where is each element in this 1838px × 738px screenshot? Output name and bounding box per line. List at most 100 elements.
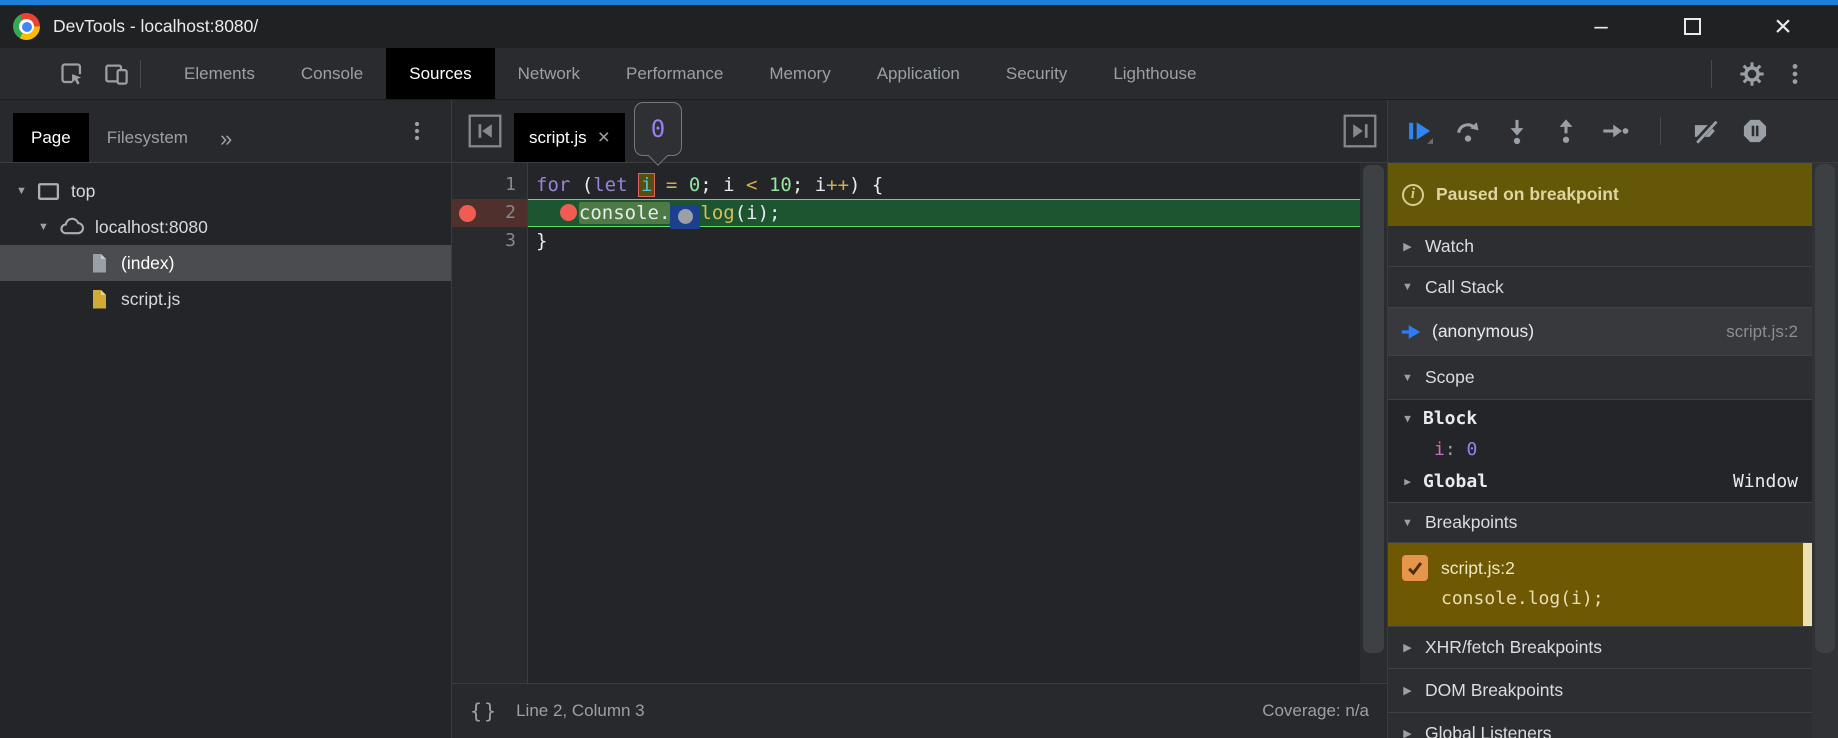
caret-right-icon[interactable]: ▶ [1400, 240, 1415, 253]
inline-breakpoint-icon[interactable] [560, 204, 577, 221]
call-stack-frame[interactable]: (anonymous) script.js:2 [1388, 308, 1812, 356]
tab-lighthouse[interactable]: Lighthouse [1090, 48, 1219, 99]
line-number[interactable]: 3 [452, 227, 527, 255]
step-over-icon[interactable] [1454, 117, 1482, 145]
main-toolbar: Elements Console Sources Network Perform… [0, 48, 1838, 100]
caret-right-icon[interactable]: ▶ [1400, 641, 1415, 654]
deactivate-breakpoints-icon[interactable] [1692, 117, 1720, 145]
frame-name: (anonymous) [1432, 321, 1534, 342]
tooltip-value: 0 [651, 115, 665, 143]
caret-down-icon[interactable]: ▼ [1400, 412, 1415, 425]
step-out-icon[interactable] [1552, 117, 1580, 145]
tree-item-index[interactable]: (index) [0, 245, 451, 281]
tree-item-label: localhost:8080 [95, 217, 208, 238]
tab-filesystem[interactable]: Filesystem [89, 113, 206, 162]
section-call-stack[interactable]: ▼ Call Stack [1388, 267, 1812, 308]
scope-block[interactable]: ▼ Block [1388, 402, 1812, 434]
section-scope[interactable]: ▼ Scope [1388, 356, 1812, 400]
tree-item-host[interactable]: ▼ localhost:8080 [0, 209, 451, 245]
hide-navigator-icon[interactable] [468, 114, 502, 148]
settings-gear-icon[interactable] [1738, 60, 1766, 88]
group-tabs-icon[interactable] [1343, 114, 1377, 148]
inspect-element-icon[interactable] [58, 60, 85, 87]
caret-down-icon[interactable]: ▼ [1400, 517, 1415, 529]
pretty-print-icon[interactable]: {} [470, 699, 498, 723]
breakpoint-code: console.log(i); [1441, 588, 1812, 609]
code-line-2-paused[interactable]: console.log(i); [528, 199, 1360, 227]
tab-console[interactable]: Console [278, 48, 386, 99]
caret-right-icon[interactable]: ▶ [1400, 475, 1415, 488]
caret-down-icon[interactable]: ▼ [1400, 281, 1415, 293]
highlighted-variable[interactable]: i [638, 173, 655, 197]
editor-scrollbar[interactable] [1360, 163, 1387, 683]
editor-scrollbar-thumb[interactable] [1363, 165, 1384, 653]
breakpoint-entry[interactable]: script.js:2 console.log(i); [1388, 543, 1812, 627]
section-global-listeners[interactable]: ▶ Global Listeners [1388, 713, 1812, 738]
document-icon [87, 251, 111, 276]
navigator-tabs: Page Filesystem » [0, 100, 451, 163]
tab-performance[interactable]: Performance [603, 48, 746, 99]
current-frame-arrow-icon [1400, 321, 1422, 343]
tree-item-top[interactable]: ▼ top [0, 173, 451, 209]
panel-scrollbar-thumb[interactable] [1815, 164, 1835, 653]
window-maximize-button[interactable] [1669, 10, 1715, 44]
frame-icon [36, 179, 61, 204]
navigator-menu-icon[interactable] [405, 119, 429, 143]
section-watch[interactable]: ▶ Watch [1388, 226, 1812, 267]
debugger-toolbar [1388, 100, 1838, 163]
device-toolbar-icon[interactable] [103, 60, 130, 87]
resume-script-icon[interactable] [1405, 117, 1433, 145]
tab-memory[interactable]: Memory [746, 48, 853, 99]
section-breakpoints[interactable]: ▼ Breakpoints [1388, 503, 1812, 543]
breakpoint-dot-icon[interactable] [459, 205, 476, 222]
line-number-gutter[interactable]: 1 2 3 [452, 163, 528, 683]
tab-elements[interactable]: Elements [161, 48, 278, 99]
step-into-icon[interactable] [1503, 117, 1531, 145]
inline-position-marker-icon[interactable] [670, 205, 700, 229]
step-icon[interactable] [1601, 117, 1629, 145]
chrome-logo-icon [13, 13, 40, 40]
scope-global[interactable]: ▶ Global Window [1388, 464, 1812, 498]
line-number-breakpoint[interactable]: 2 [452, 199, 527, 227]
caret-down-icon[interactable]: ▼ [36, 221, 51, 233]
tab-sources[interactable]: Sources [386, 48, 494, 99]
close-tab-icon[interactable]: × [598, 126, 610, 150]
code-line-1[interactable]: for (let i = 0; i < 10; i++) { [528, 171, 1360, 199]
devtools-window: DevTools - localhost:8080/ – × Elements … [0, 0, 1838, 738]
tab-network[interactable]: Network [495, 48, 603, 99]
maximize-icon [1684, 18, 1701, 35]
window-minimize-button[interactable]: – [1578, 10, 1624, 44]
caret-down-icon[interactable]: ▼ [1400, 372, 1415, 384]
code-lines: for (let i = 0; i < 10; i++) { console.l… [528, 163, 1360, 683]
global-value: Window [1733, 471, 1798, 492]
line-number[interactable]: 1 [452, 171, 527, 199]
panel-scrollbar[interactable] [1812, 163, 1838, 738]
file-tree: ▼ top ▼ localhost:8080 [0, 163, 451, 317]
more-options-icon[interactable] [1782, 61, 1808, 87]
window-title: DevTools - localhost:8080/ [53, 16, 258, 37]
breakpoint-checkbox[interactable] [1402, 555, 1428, 581]
caret-right-icon[interactable]: ▶ [1400, 727, 1415, 738]
caret-down-icon[interactable]: ▼ [14, 185, 29, 197]
tab-application[interactable]: Application [854, 48, 983, 99]
file-tab-scriptjs[interactable]: script.js × [514, 113, 625, 162]
code-area[interactable]: 1 2 3 for (let i = 0; i < 10; i++) { con… [452, 163, 1387, 683]
caret-right-icon[interactable]: ▶ [1400, 684, 1415, 697]
section-dom-breakpoints[interactable]: ▶ DOM Breakpoints [1388, 669, 1812, 713]
pause-on-exceptions-icon[interactable] [1741, 117, 1769, 145]
tab-page[interactable]: Page [13, 113, 89, 162]
window-close-button[interactable]: × [1760, 10, 1806, 44]
tab-security[interactable]: Security [983, 48, 1090, 99]
section-xhr-breakpoints[interactable]: ▶ XHR/fetch Breakpoints [1388, 627, 1812, 669]
navigator-sidebar: Page Filesystem » ▼ top ▼ [0, 100, 452, 738]
tree-item-script[interactable]: script.js [0, 281, 451, 317]
tree-item-label: top [71, 181, 95, 202]
code-line-3[interactable]: } [528, 227, 1360, 255]
editor-status-bar: {} Line 2, Column 3 Coverage: n/a [452, 683, 1387, 738]
main-tabs: Elements Console Sources Network Perform… [161, 48, 1220, 99]
scope-variable-i[interactable]: i: 0 [1388, 434, 1812, 464]
paused-message: Paused on breakpoint [1436, 184, 1619, 205]
titlebar: DevTools - localhost:8080/ – × [0, 5, 1838, 48]
more-tabs-icon[interactable]: » [220, 126, 232, 152]
file-tab-label: script.js [529, 128, 587, 148]
